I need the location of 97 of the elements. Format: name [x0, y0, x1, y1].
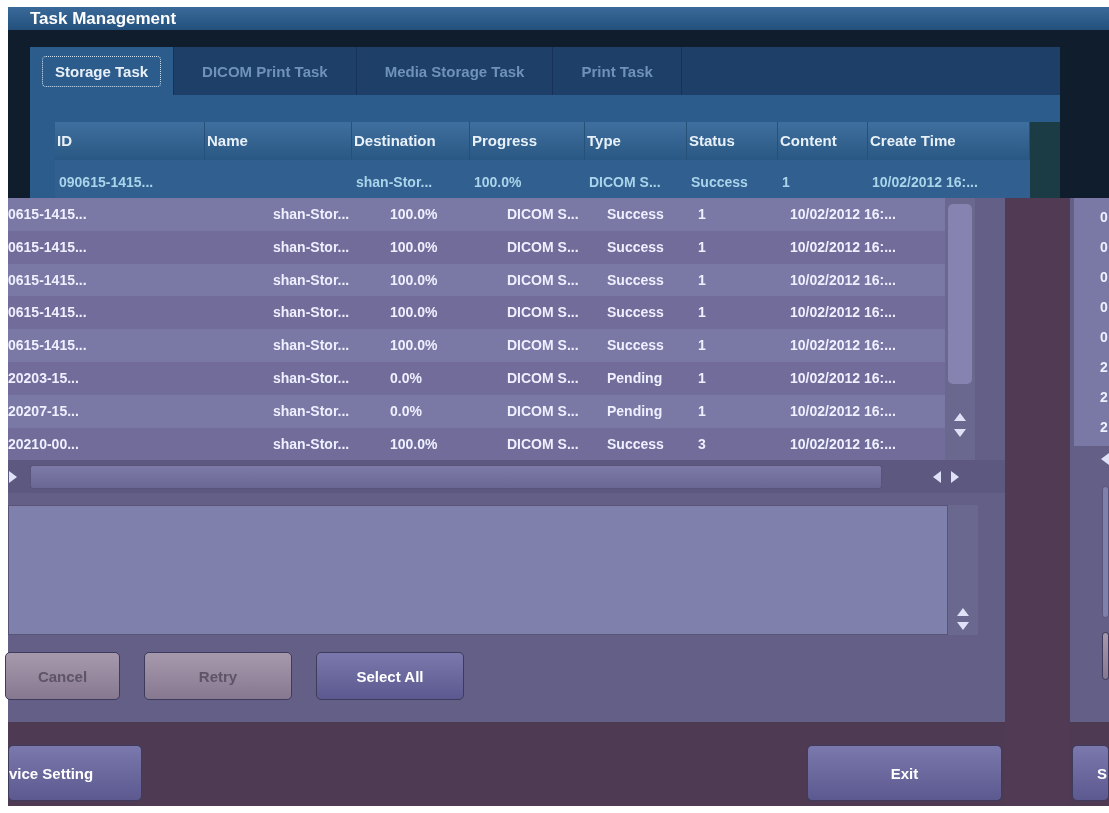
- table-row[interactable]: 0615-1415... shan-Stor... 100.0% DICOM S... Success 1 10/02/2012 16:...: [8, 263, 945, 297]
- table-cell-text: 1: [698, 401, 707, 421]
- table-cell-text: DICOM S...: [507, 303, 580, 323]
- table-cell-text: 10/02/2012 16:...: [790, 205, 897, 224]
- table-cell-text: 10/02/2012 16:...: [790, 369, 897, 388]
- table-row[interactable]: 0615-1415... shan-Stor... 100.0% DICOM S... Success 1 10/02/2012 16:...: [8, 329, 945, 362]
- scroll-left-icon[interactable]: [932, 469, 942, 484]
- table-cell-text: 1: [698, 205, 707, 224]
- table-cell-text: 100.0%: [390, 303, 439, 323]
- table-cell-text: DICOM S...: [507, 369, 580, 388]
- table-cell-text: shan-Stor...: [273, 336, 351, 356]
- table-cell-text: shan-Stor...: [273, 401, 351, 421]
- tab[interactable]: Storage Task: [30, 47, 175, 95]
- table-cell-text: shan-Stor...: [273, 434, 351, 454]
- table-cell-text: Pending: [607, 401, 664, 421]
- table-cell-text: DICOM S...: [588, 173, 662, 192]
- table-row[interactable]: 0615-1415... shan-Stor... 100.0% DICOM S... Success 1 10/02/2012 16:...: [8, 198, 945, 231]
- table-cell-text: 20210-00...: [8, 434, 80, 454]
- table-cell-text: 100.0%: [390, 205, 439, 224]
- table-cell-text: 0: [1099, 298, 1109, 317]
- table-cell-text: 100.0%: [390, 434, 439, 454]
- table-cell-text: 0615-1415...: [8, 270, 88, 290]
- table-cell-text: shan-Stor...: [273, 237, 351, 257]
- table-row[interactable]: 20203-15... shan-Stor... 0.0% DICOM S... Pending 1 10/02/2012 16:...: [8, 362, 945, 395]
- scroll-down-icon[interactable]: [956, 621, 970, 632]
- table-cell-text: DICOM S...: [507, 434, 580, 454]
- table-cell-text: 0: [1099, 268, 1109, 287]
- table-cell-text: 0615-1415...: [8, 205, 88, 224]
- table-cell-text: 10/02/2012 16:...: [790, 270, 897, 290]
- table-cell-text: 3: [698, 434, 707, 454]
- table-cell-text: Success: [607, 205, 665, 224]
- scroll-up-icon[interactable]: [953, 412, 967, 422]
- table-cell-text: 0: [1099, 238, 1109, 257]
- table-cell-text: shan-Stor...: [273, 303, 351, 323]
- table-cell-text: 100.0%: [390, 336, 439, 356]
- scroll-left-icon[interactable]: [1100, 452, 1109, 466]
- table-cell-text: 1: [781, 173, 791, 192]
- table-cell-text: 10/02/2012 16:...: [871, 173, 979, 192]
- table-cell-text: 10/02/2012 16:...: [790, 336, 897, 356]
- table-cell-text: 20203-15...: [8, 369, 80, 388]
- scroll-up-icon[interactable]: [956, 607, 970, 618]
- table-cell-text: DICOM S...: [507, 205, 580, 224]
- scroll-right-icon[interactable]: [950, 469, 960, 484]
- table-cell-text: 0615-1415...: [8, 336, 88, 356]
- table-cell-text: 1: [698, 336, 707, 356]
- table-cell-text: 0.0%: [390, 401, 423, 421]
- table-cell-text: 0.0%: [390, 369, 423, 388]
- table-row[interactable]: 20207-15... shan-Stor... 0.0% DICOM S... Pending 1 10/02/2012 16:...: [8, 394, 945, 428]
- table-cell-text: DICOM S...: [507, 401, 580, 421]
- table-row[interactable]: 0615-1415... shan-Stor... 100.0% DICOM S... Success 1 10/02/2012 16:...: [8, 230, 945, 264]
- table-cell-text: 0: [1099, 208, 1109, 227]
- table-cell-text: Success: [607, 303, 665, 323]
- table-cell-text: shan-Stor...: [273, 205, 351, 224]
- footer-button[interactable]: Exit: [807, 745, 1002, 801]
- table-cell-text: Success: [607, 237, 665, 257]
- table-cell-text: 10/02/2012 16:...: [790, 434, 897, 454]
- table-cell-text: 10/02/2012 16:...: [790, 303, 897, 323]
- table-cell-text: shan-Stor...: [273, 270, 351, 290]
- table-cell-text: 2: [1099, 418, 1109, 437]
- table-cell-text: 1: [698, 369, 707, 388]
- table-cell-text: 0615-1415...: [8, 237, 88, 257]
- window-title: Task Management: [8, 7, 1109, 30]
- table-cell-text: 090615-1415...: [58, 173, 155, 192]
- table-cell-text: 1: [698, 237, 707, 257]
- table-cell-text: DICOM S...: [507, 237, 580, 257]
- table-cell-text: shan-Stor...: [273, 369, 351, 388]
- table-cell-text: Pending: [607, 369, 664, 388]
- table-row[interactable]: 090615-1415... shan-Stor... 100.0% DICOM S... Success 1 10/02/2012 16:...: [55, 160, 1030, 198]
- table-cell-text: 1: [698, 303, 707, 323]
- table-cell-text: Success: [607, 336, 665, 356]
- table-row[interactable]: 0615-1415... shan-Stor... 100.0% DICOM S... Success 1 10/02/2012 16:...: [8, 296, 945, 330]
- table-cell-text: 10/02/2012 16:...: [790, 401, 897, 421]
- table-cell-text: 0615-1415...: [8, 303, 88, 323]
- table-cell-text: 100.0%: [473, 173, 523, 192]
- table-cell-text: 1: [698, 270, 707, 290]
- table-cell-text: shan-Stor...: [355, 173, 434, 192]
- scroll-right-icon[interactable]: [8, 469, 18, 484]
- table-cell-text: 100.0%: [390, 237, 439, 257]
- table-cell-text: Success: [607, 270, 665, 290]
- scroll-down-icon[interactable]: [953, 428, 967, 438]
- table-cell-text: 0: [1099, 328, 1109, 347]
- side-button[interactable]: [1102, 632, 1109, 680]
- table-row[interactable]: 20210-00... shan-Stor... 100.0% DICOM S... Success 3 10/02/2012 16:...: [8, 427, 945, 461]
- table-cell-text: 100.0%: [390, 270, 439, 290]
- table-cell-text: 2: [1099, 358, 1109, 377]
- action-button[interactable]: Select All: [316, 652, 464, 701]
- scrollbar-thumb[interactable]: [948, 204, 972, 384]
- horizontal-scrollbar[interactable]: [30, 464, 882, 489]
- table-cell-text: 20207-15...: [8, 401, 80, 421]
- table-cell-text: DICOM S...: [507, 270, 580, 290]
- table-cell-text: 2: [1099, 388, 1109, 407]
- table-cell-text: DICOM S...: [507, 336, 580, 356]
- footer-button[interactable]: vice Setting: [8, 745, 142, 801]
- footer-button[interactable]: S: [1072, 745, 1109, 801]
- table-cell-text: Success: [690, 173, 749, 192]
- table-cell-text: Success: [607, 434, 665, 454]
- table-cell-text: 10/02/2012 16:...: [790, 237, 897, 257]
